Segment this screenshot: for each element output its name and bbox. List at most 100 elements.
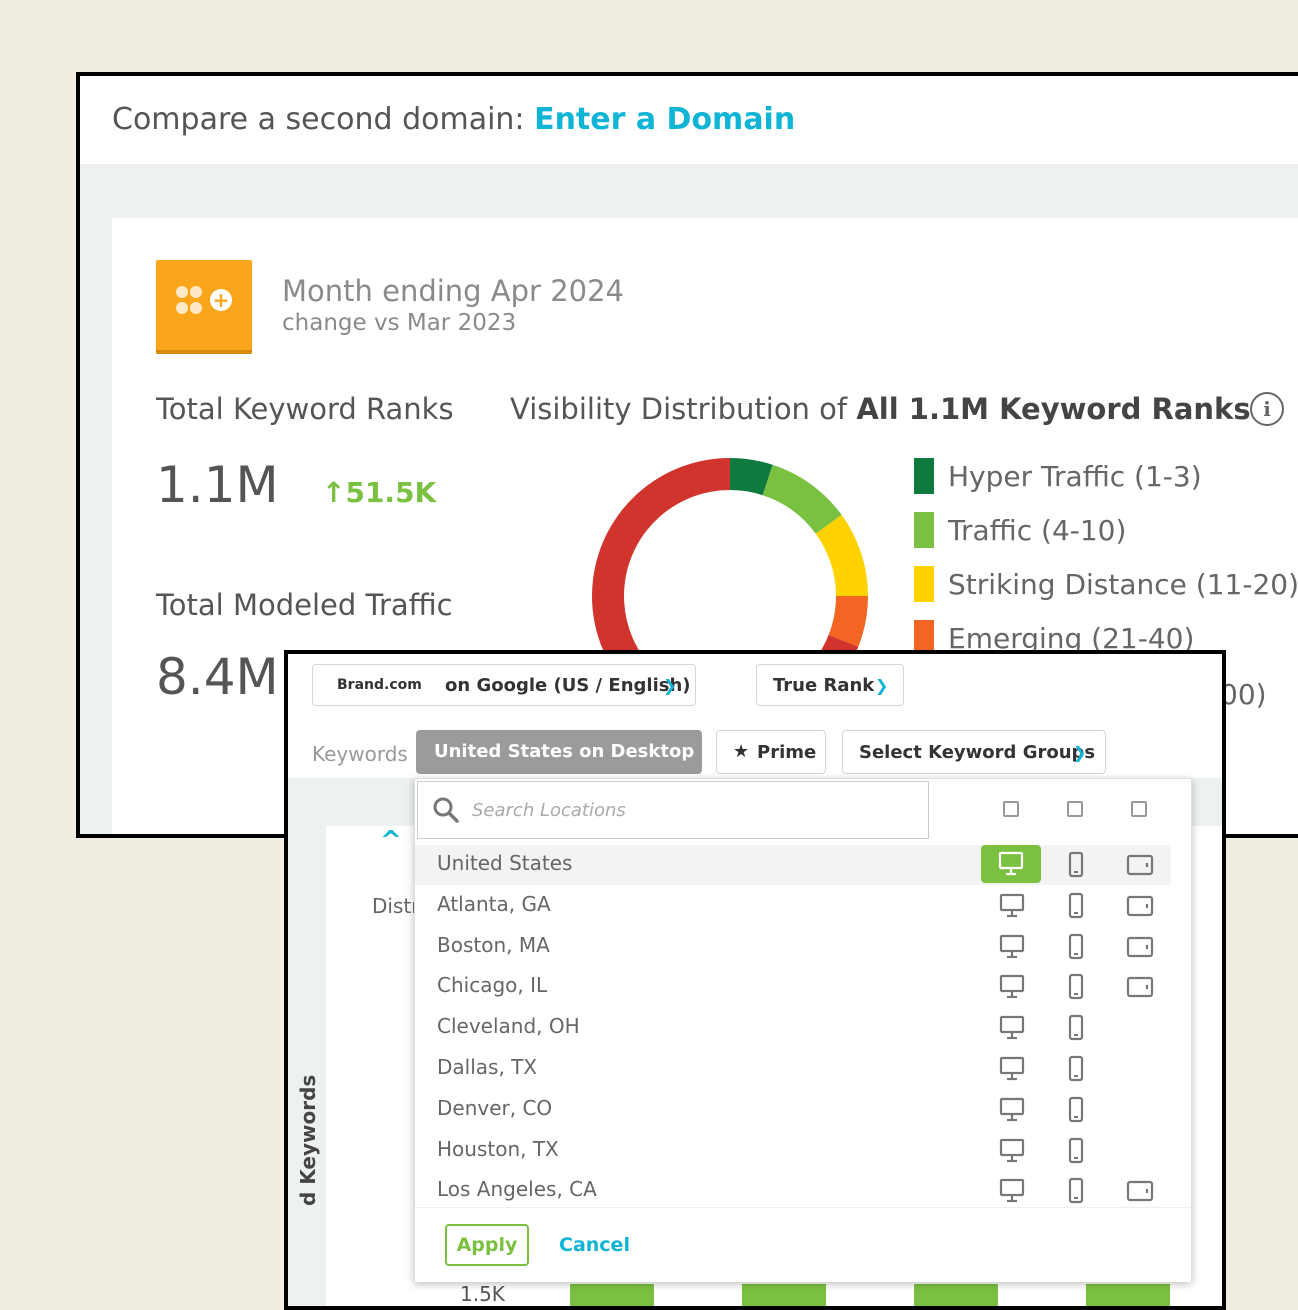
engine-selector[interactable]: Brand.com on Google (US / English) ❯ <box>312 664 696 706</box>
mobile-icon[interactable] <box>1061 1054 1091 1084</box>
legend-label: Traffic (4-10) <box>948 514 1127 547</box>
total-keyword-ranks-label: Total Keyword Ranks <box>156 392 454 426</box>
location-row[interactable]: Houston, TX <box>415 1131 1171 1171</box>
location-name: Atlanta, GA <box>437 891 551 916</box>
location-row[interactable]: Chicago, IL <box>415 967 1171 1007</box>
brand-name: Brand.com <box>337 677 422 693</box>
enter-domain-link[interactable]: Enter a Domain <box>534 102 795 137</box>
tablet-icon[interactable] <box>1125 1176 1155 1206</box>
compare-domain: Compare a second domain: Enter a Domain <box>112 102 795 137</box>
rank-type-selector[interactable]: True Rank ❯ <box>756 664 904 706</box>
location-row[interactable]: United States <box>415 845 1171 885</box>
mobile-icon[interactable] <box>1061 1176 1091 1206</box>
select-all-desktop-checkbox[interactable] <box>1003 801 1019 817</box>
donut-slice-1[interactable] <box>762 464 842 534</box>
legend-label: Striking Distance (11-20) <box>948 568 1298 601</box>
desktop-icon[interactable] <box>997 1136 1027 1166</box>
location-name: Los Angeles, CA <box>437 1177 597 1202</box>
chart-bar <box>1086 1284 1170 1306</box>
location-name: Chicago, IL <box>437 973 548 998</box>
period-subtitle: change vs Mar 2023 <box>282 310 517 336</box>
total-modeled-traffic-value: 8.4M <box>156 648 279 706</box>
visibility-title-bold: All 1.1M Keyword Ranks <box>856 392 1251 426</box>
cancel-button[interactable]: Cancel <box>559 1234 630 1256</box>
apply-button[interactable]: Apply <box>445 1224 529 1266</box>
mobile-icon[interactable] <box>1061 1095 1091 1125</box>
chart-bar <box>570 1284 654 1306</box>
mobile-icon[interactable] <box>1061 932 1091 962</box>
tablet-icon[interactable] <box>1125 891 1155 921</box>
mobile-icon[interactable] <box>1061 891 1091 921</box>
desktop-icon[interactable] <box>997 1095 1027 1125</box>
desktop-icon[interactable] <box>997 1013 1027 1043</box>
chevron-down-icon: ❯ <box>663 676 677 695</box>
compare-label: Compare a second domain: <box>112 102 525 137</box>
desktop-icon[interactable] <box>997 891 1027 921</box>
mobile-icon[interactable] <box>1061 972 1091 1002</box>
keyword-settings-window: Brand.com on Google (US / English) ❯ Tru… <box>284 650 1226 1310</box>
keyword-groups-selector[interactable]: Select Keyword Groups ❯ <box>842 730 1106 774</box>
visibility-title-prefix: Visibility Distribution of <box>510 392 848 426</box>
location-name: United States <box>437 851 573 875</box>
location-name: Houston, TX <box>437 1136 559 1161</box>
legend-swatch <box>914 566 934 602</box>
arrow-up-icon: ↑ <box>322 476 346 509</box>
location-dropdown: Search Locations United States Atlanta, G… <box>414 778 1192 1282</box>
legend-swatch <box>914 512 934 548</box>
legend-partial-label: 00) <box>1220 678 1267 711</box>
tablet-icon[interactable] <box>1125 932 1155 962</box>
period-title: Month ending Apr 2024 <box>282 274 624 308</box>
compare-bar: Compare a second domain: Enter a Domain <box>80 76 1298 164</box>
visibility-title: Visibility Distribution of All 1.1M Keyw… <box>510 392 1251 426</box>
y-axis-label: d Keywords <box>296 1074 320 1206</box>
y-tick-label: 1.5K <box>460 1282 505 1306</box>
tablet-icon[interactable] <box>1125 972 1155 1002</box>
location-selector[interactable]: United States on Desktop ^ <box>416 730 716 774</box>
delta-value: 51.5K <box>345 476 437 509</box>
keywords-label: Keywords <box>312 742 408 766</box>
tablet-icon[interactable] <box>1125 850 1155 880</box>
chart-bar <box>914 1284 998 1306</box>
location-name: Dallas, TX <box>437 1055 538 1079</box>
mobile-icon[interactable] <box>1061 850 1091 880</box>
location-row[interactable]: Denver, CO <box>415 1090 1171 1130</box>
legend-swatch <box>914 458 934 494</box>
total-modeled-traffic-label: Total Modeled Traffic <box>156 588 453 622</box>
chevron-down-icon: ❯ <box>1073 743 1087 762</box>
keyword-ranks-delta: ↑51.5K <box>322 476 436 509</box>
mobile-icon[interactable] <box>1061 1136 1091 1166</box>
engine-label: on Google (US / English) <box>445 675 691 696</box>
location-row[interactable]: Dallas, TX <box>415 1049 1171 1089</box>
select-all-tablet-checkbox[interactable] <box>1131 801 1147 817</box>
info-icon[interactable]: i <box>1250 392 1284 426</box>
rank-type-label: True Rank <box>773 675 875 696</box>
desktop-icon[interactable] <box>997 1176 1027 1206</box>
desktop-icon[interactable] <box>997 932 1027 962</box>
site-logo-icon: + <box>156 260 252 354</box>
total-keyword-ranks-value: 1.1M <box>156 456 279 514</box>
star-icon: ★ <box>733 741 750 762</box>
select-all-mobile-checkbox[interactable] <box>1067 801 1083 817</box>
location-row[interactable]: Boston, MA <box>415 927 1171 967</box>
search-locations-field[interactable]: Search Locations <box>417 781 929 839</box>
location-row[interactable]: Cleveland, OH <box>415 1008 1171 1048</box>
legend-label: Hyper Traffic (1-3) <box>948 460 1202 493</box>
search-icon <box>433 797 459 823</box>
location-row[interactable]: Los Angeles, CA <box>415 1171 1171 1211</box>
keyword-groups-label: Select Keyword Groups <box>859 742 1096 763</box>
search-placeholder: Search Locations <box>472 800 626 821</box>
mobile-icon[interactable] <box>1061 1013 1091 1043</box>
chevron-down-icon: ❯ <box>875 676 889 695</box>
location-name: Boston, MA <box>437 932 550 957</box>
desktop-icon[interactable] <box>997 1054 1027 1084</box>
location-name: Denver, CO <box>437 1095 553 1120</box>
location-row[interactable]: Atlanta, GA <box>415 886 1171 926</box>
chevron-up-icon[interactable]: ^ <box>380 826 402 856</box>
desktop-icon[interactable] <box>997 972 1027 1002</box>
location-name: Cleveland, OH <box>437 1014 580 1039</box>
location-selected-label: United States on Desktop <box>434 741 695 762</box>
prime-button[interactable]: ★ Prime <box>716 730 826 774</box>
desktop-icon[interactable] <box>981 845 1041 883</box>
dropdown-footer: Apply Cancel <box>415 1207 1191 1282</box>
prime-label: Prime <box>757 742 817 763</box>
